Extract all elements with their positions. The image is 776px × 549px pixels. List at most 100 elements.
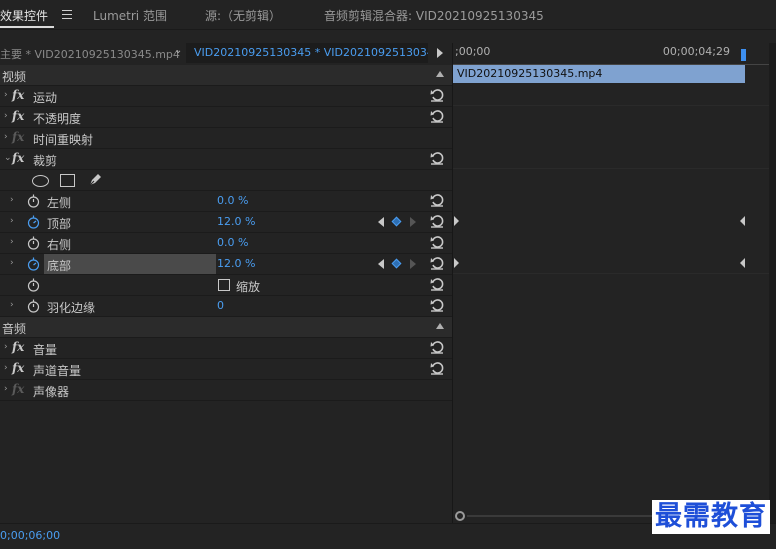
- reset-icon[interactable]: [430, 298, 444, 312]
- effect-row-opacity[interactable]: › fx 不透明度: [0, 107, 452, 128]
- prev-keyframe-icon[interactable]: [378, 259, 384, 269]
- param-label-top: 顶部: [47, 217, 72, 231]
- timeline-row-divider: [453, 273, 776, 274]
- chevron-right-icon[interactable]: ›: [10, 300, 14, 310]
- fx-icon[interactable]: fx: [12, 109, 24, 123]
- reset-icon[interactable]: [430, 361, 444, 375]
- keyframe-end-icon[interactable]: [740, 216, 745, 226]
- stopwatch-active-icon[interactable]: [27, 257, 40, 271]
- stopwatch-icon[interactable]: [27, 299, 40, 313]
- param-row-zoom[interactable]: 缩放: [0, 275, 452, 296]
- reset-icon[interactable]: [430, 256, 444, 270]
- toggle-timeline-icon[interactable]: [437, 48, 443, 58]
- keyframe-end-icon[interactable]: [740, 258, 745, 268]
- keyframe-start-icon[interactable]: [454, 216, 459, 226]
- fx-icon[interactable]: fx: [12, 340, 24, 354]
- video-section-header[interactable]: › 视频: [0, 65, 452, 86]
- rect-mask-icon[interactable]: [60, 174, 75, 187]
- reset-icon[interactable]: [430, 340, 444, 354]
- timeline-ruler[interactable]: ;00;00 00;00;04;29: [453, 43, 776, 65]
- master-clip-label[interactable]: 主要 * VID20210925130345.mp4: [0, 46, 180, 62]
- param-row-left[interactable]: › 左侧 0.0 %: [0, 191, 452, 212]
- chevron-right-icon[interactable]: ›: [4, 90, 8, 100]
- audio-section-label: 音频: [2, 322, 27, 336]
- fx-icon[interactable]: fx: [12, 361, 24, 375]
- effect-row-crop[interactable]: ⌄ fx 裁剪: [0, 149, 452, 170]
- keyframe-start-icon[interactable]: [454, 258, 459, 268]
- chevron-right-icon[interactable]: ›: [4, 111, 8, 121]
- param-label-bottom: 底部: [44, 254, 216, 274]
- effect-label-volume: 音量: [33, 343, 58, 357]
- current-timecode[interactable]: 0;00;06;00: [0, 529, 60, 542]
- param-label-left: 左侧: [47, 196, 72, 210]
- reset-icon[interactable]: [430, 235, 444, 249]
- param-value-top[interactable]: 12.0 %: [217, 215, 255, 228]
- hamburger-menu-icon[interactable]: [62, 10, 72, 19]
- effect-row-motion[interactable]: › fx 运动: [0, 86, 452, 107]
- effect-label-time-remap: 时间重映射: [33, 133, 94, 147]
- chevron-right-icon[interactable]: ›: [4, 363, 8, 373]
- fx-icon: fx: [12, 382, 25, 396]
- param-row-bottom[interactable]: › 底部 12.0 %: [0, 254, 452, 275]
- panel-scrollbar[interactable]: [769, 43, 776, 523]
- chevron-right-icon[interactable]: ›: [10, 195, 14, 205]
- effect-row-time-remap[interactable]: › fx 时间重映射: [0, 128, 452, 149]
- param-row-top[interactable]: › 顶部 12.0 %: [0, 212, 452, 233]
- keyframe-icon[interactable]: [391, 258, 402, 269]
- audio-section-header[interactable]: 音频: [0, 317, 452, 338]
- chevron-right-icon[interactable]: ›: [10, 237, 14, 247]
- timeline-clip[interactable]: VID20210925130345.mp4: [453, 65, 745, 83]
- param-value-left[interactable]: 0.0 %: [217, 194, 248, 207]
- collapse-up-icon[interactable]: [436, 323, 444, 329]
- param-row-right[interactable]: › 右侧 0.0 %: [0, 233, 452, 254]
- ellipse-mask-icon[interactable]: [32, 175, 49, 187]
- effect-label-motion: 运动: [33, 91, 58, 105]
- zoom-handle[interactable]: [455, 511, 465, 521]
- effect-row-panner[interactable]: › fx 声像器: [0, 380, 452, 401]
- chevron-down-icon[interactable]: ⌄: [174, 45, 182, 56]
- stopwatch-icon[interactable]: [27, 236, 40, 250]
- reset-icon[interactable]: [430, 151, 444, 165]
- stopwatch-icon[interactable]: [27, 278, 40, 292]
- param-row-feather[interactable]: › 羽化边缘 0: [0, 296, 452, 317]
- chevron-right-icon[interactable]: ›: [10, 258, 14, 268]
- reset-icon[interactable]: [430, 214, 444, 228]
- keyframe-icon[interactable]: [391, 216, 402, 227]
- stopwatch-icon[interactable]: [27, 194, 40, 208]
- prev-keyframe-icon[interactable]: [378, 217, 384, 227]
- playhead-icon[interactable]: [741, 49, 746, 61]
- reset-icon[interactable]: [430, 88, 444, 102]
- chevron-right-icon[interactable]: ›: [4, 132, 8, 142]
- param-value-right[interactable]: 0.0 %: [217, 236, 248, 249]
- next-keyframe-icon[interactable]: [410, 217, 416, 227]
- effect-label-opacity: 不透明度: [33, 112, 82, 126]
- chevron-down-icon[interactable]: ⌄: [4, 153, 12, 163]
- panel-divider[interactable]: [452, 43, 453, 523]
- tab-audio-clip-mixer[interactable]: 音频剪辑混合器: VID20210925130345: [324, 7, 544, 24]
- reset-icon[interactable]: [430, 277, 444, 291]
- fx-icon[interactable]: fx: [12, 88, 24, 102]
- effect-controls-panel: › 视频 › fx 运动 › fx 不透明度 › fx 时间重映射 ⌄ fx 裁…: [0, 63, 452, 523]
- reset-icon[interactable]: [430, 109, 444, 123]
- reset-icon[interactable]: [430, 193, 444, 207]
- pen-mask-icon[interactable]: [87, 172, 103, 188]
- zoom-checkbox[interactable]: [218, 279, 230, 291]
- zoom-checkbox-label: 缩放: [236, 280, 261, 294]
- stopwatch-active-icon[interactable]: [27, 215, 40, 229]
- tab-source[interactable]: 源:（无剪辑）: [205, 7, 281, 24]
- param-value-bottom[interactable]: 12.0 %: [217, 257, 255, 270]
- next-keyframe-icon[interactable]: [410, 259, 416, 269]
- chevron-right-icon[interactable]: ›: [4, 384, 8, 394]
- effect-row-channel-volume[interactable]: › fx 声道音量: [0, 359, 452, 380]
- tab-lumetri-scopes[interactable]: Lumetri 范围: [93, 7, 167, 24]
- tab-effect-controls[interactable]: 效果控件: [0, 7, 48, 24]
- collapse-up-icon[interactable]: [436, 71, 444, 77]
- ruler-end-timecode: 00;00;04;29: [662, 45, 730, 58]
- effect-row-volume[interactable]: › fx 音量: [0, 338, 452, 359]
- chevron-right-icon[interactable]: ›: [10, 216, 14, 226]
- sequence-clip-label[interactable]: VID20210925130345 * VID20210925130345...: [186, 43, 428, 63]
- active-tab-indicator: [0, 26, 54, 28]
- fx-icon[interactable]: fx: [12, 151, 24, 165]
- chevron-right-icon[interactable]: ›: [4, 342, 8, 352]
- param-value-feather[interactable]: 0: [217, 299, 224, 312]
